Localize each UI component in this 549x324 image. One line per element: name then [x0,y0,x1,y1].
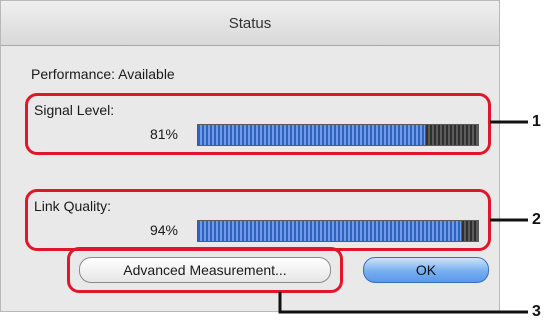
screenshot-stage: Status Performance: Available Signal Lev… [0,0,549,324]
callout-number-1: 1 [532,113,541,130]
callout-number-2: 2 [532,211,541,228]
callout-number-3: 3 [532,303,541,320]
callout-lines [278,120,528,314]
